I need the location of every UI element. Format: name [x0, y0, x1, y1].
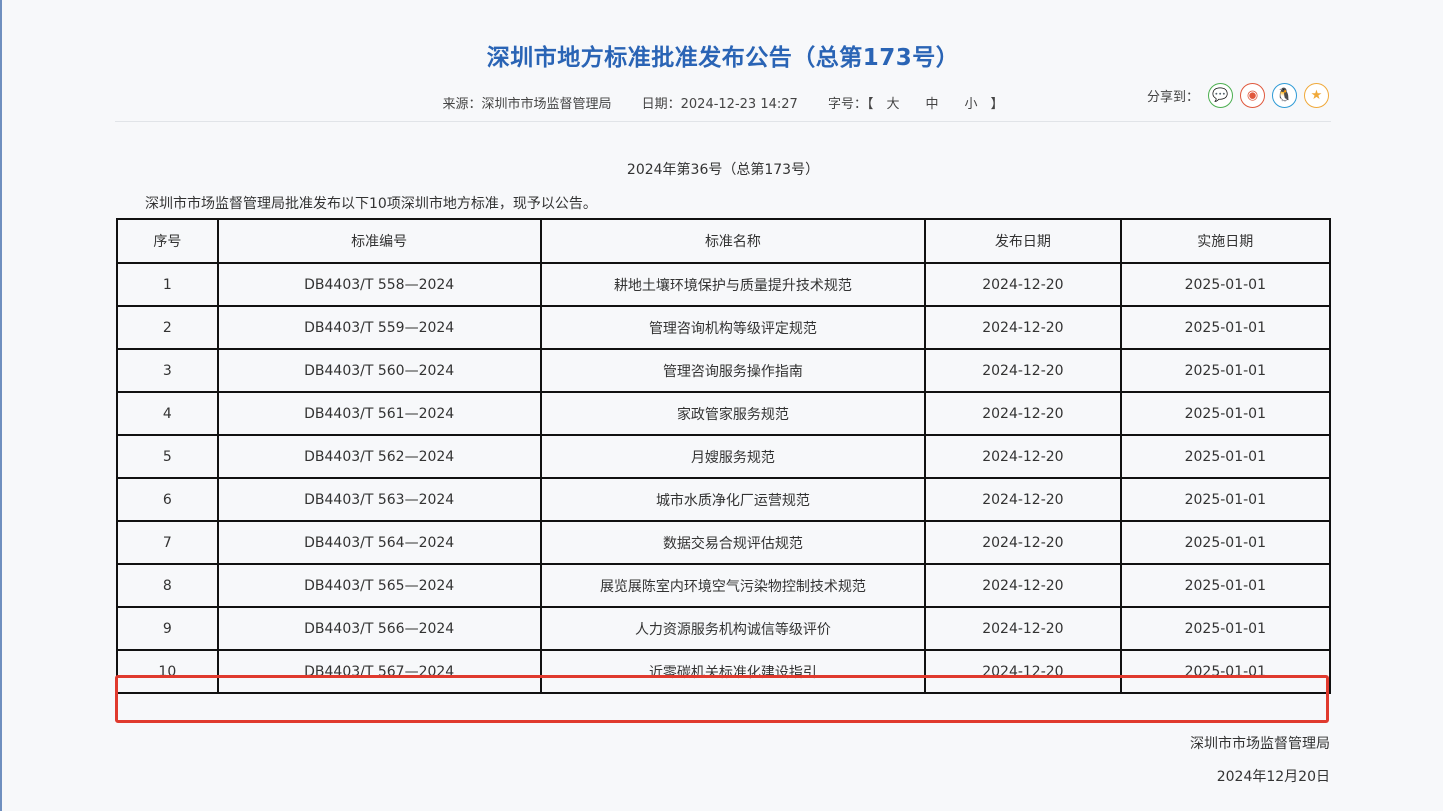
- cell-seq: 8: [116, 563, 219, 608]
- table-header-row: 序号 标准编号 标准名称 发布日期 实施日期: [116, 218, 1332, 264]
- table-row: 6 DB4403/T 563—2024 城市水质净化厂运营规范 2024-12-20 2…: [116, 477, 1332, 522]
- cell-name: 城市水质净化厂运营规范: [539, 477, 927, 522]
- font-size-close: 】: [990, 97, 1004, 112]
- cell-seq: 6: [116, 477, 219, 522]
- cell-code: DB4403/T 563—2024: [216, 477, 542, 522]
- cell-seq: 10: [116, 649, 219, 694]
- font-size-label: 字号：【: [827, 97, 874, 112]
- weibo-share-icon[interactable]: ◉: [1240, 83, 1265, 108]
- font-size-control: 字号：【大 中 小】: [828, 97, 1004, 112]
- header-seq: 序号: [116, 218, 219, 264]
- table-row: 5 DB4403/T 562—2024 月嫂服务规范 2024-12-20 2025-0…: [116, 434, 1332, 479]
- cell-publish-date: 2024-12-20: [924, 391, 1122, 436]
- cell-effective-date: 2025-01-01: [1119, 606, 1332, 651]
- cell-seq: 2: [116, 305, 219, 350]
- cell-code: DB4403/T 567—2024: [216, 649, 542, 694]
- cell-name: 近零碳机关标准化建设指引: [539, 649, 927, 694]
- cell-effective-date: 2025-01-01: [1119, 477, 1332, 522]
- cell-publish-date: 2024-12-20: [924, 305, 1122, 350]
- cell-seq: 5: [116, 434, 219, 479]
- font-large-link[interactable]: 大: [886, 97, 899, 112]
- signature-date: 2024年12月20日: [1216, 769, 1330, 785]
- font-small-link[interactable]: 小: [964, 97, 977, 112]
- cell-code: DB4403/T 559—2024: [216, 305, 542, 350]
- cell-publish-date: 2024-12-20: [924, 348, 1122, 393]
- cell-publish-date: 2024-12-20: [924, 563, 1122, 608]
- signature-org: 深圳市市场监督管理局: [1190, 736, 1330, 752]
- table-row: 8 DB4403/T 565—2024 展览展陈室内环境空气污染物控制技术规范 202…: [116, 563, 1332, 608]
- cell-effective-date: 2025-01-01: [1119, 348, 1332, 393]
- share-label: 分享到：: [1146, 90, 1199, 105]
- intro-paragraph: 深圳市市场监督管理局批准发布以下10项深圳市地方标准，现予以公告。: [145, 196, 597, 212]
- qq-share-icon[interactable]: 🐧: [1272, 83, 1297, 108]
- cell-seq: 7: [116, 520, 219, 565]
- cell-code: DB4403/T 561—2024: [216, 391, 542, 436]
- header-publish-date: 发布日期: [924, 218, 1122, 264]
- cell-name: 耕地土壤环境保护与质量提升技术规范: [539, 262, 927, 307]
- cell-publish-date: 2024-12-20: [924, 262, 1122, 307]
- cell-effective-date: 2025-01-01: [1119, 520, 1332, 565]
- cell-code: DB4403/T 565—2024: [216, 563, 542, 608]
- cell-effective-date: 2025-01-01: [1119, 305, 1332, 350]
- cell-code: DB4403/T 566—2024: [216, 606, 542, 651]
- cell-seq: 9: [116, 606, 219, 651]
- cell-code: DB4403/T 562—2024: [216, 434, 542, 479]
- cell-effective-date: 2025-01-01: [1119, 391, 1332, 436]
- cell-effective-date: 2025-01-01: [1119, 649, 1332, 694]
- cell-name: 展览展陈室内环境空气污染物控制技术规范: [539, 563, 927, 608]
- table-row: 2 DB4403/T 559—2024 管理咨询机构等级评定规范 2024-12-20…: [116, 305, 1332, 350]
- header-name: 标准名称: [539, 218, 927, 264]
- cell-code: DB4403/T 558—2024: [216, 262, 542, 307]
- favorite-star-icon[interactable]: ★: [1304, 83, 1329, 108]
- cell-code: DB4403/T 560—2024: [216, 348, 542, 393]
- cell-name: 管理咨询机构等级评定规范: [539, 305, 927, 350]
- cell-seq: 1: [116, 262, 219, 307]
- cell-effective-date: 2025-01-01: [1119, 563, 1332, 608]
- table-row: 9 DB4403/T 566—2024 人力资源服务机构诚信等级评价 2024-12-…: [116, 606, 1332, 651]
- date-text: 日期：2024-12-23 14:27: [641, 97, 798, 112]
- cell-name: 管理咨询服务操作指南: [539, 348, 927, 393]
- cell-publish-date: 2024-12-20: [924, 649, 1122, 694]
- cell-effective-date: 2025-01-01: [1119, 262, 1332, 307]
- cell-code: DB4403/T 564—2024: [216, 520, 542, 565]
- cell-seq: 3: [116, 348, 219, 393]
- cell-name: 家政管家服务规范: [539, 391, 927, 436]
- header-code: 标准编号: [216, 218, 542, 264]
- cell-seq: 4: [116, 391, 219, 436]
- font-medium-link[interactable]: 中: [925, 97, 938, 112]
- share-bar: 分享到： 💬 ◉ 🐧 ★: [1147, 83, 1329, 108]
- cell-name: 数据交易合规评估规范: [539, 520, 927, 565]
- cell-effective-date: 2025-01-01: [1119, 434, 1332, 479]
- source-text: 来源：深圳市市场监督管理局: [442, 97, 612, 112]
- header-divider: [115, 121, 1331, 122]
- cell-name: 人力资源服务机构诚信等级评价: [539, 606, 927, 651]
- header-effective-date: 实施日期: [1119, 218, 1332, 264]
- cell-name: 月嫂服务规范: [539, 434, 927, 479]
- issue-number: 2024年第36号（总第173号）: [626, 162, 820, 178]
- cell-publish-date: 2024-12-20: [924, 520, 1122, 565]
- cell-publish-date: 2024-12-20: [924, 477, 1122, 522]
- table-row: 3 DB4403/T 560—2024 管理咨询服务操作指南 2024-12-20 20…: [116, 348, 1332, 393]
- wechat-share-icon[interactable]: 💬: [1208, 83, 1233, 108]
- standards-table: 序号 标准编号 标准名称 发布日期 实施日期 1 DB4403/T 558—202…: [116, 218, 1332, 694]
- cell-publish-date: 2024-12-20: [924, 434, 1122, 479]
- cell-publish-date: 2024-12-20: [924, 606, 1122, 651]
- page-title: 深圳市地方标准批准发布公告（总第173号）: [486, 45, 960, 71]
- table-row-highlighted: 10 DB4403/T 567—2024 近零碳机关标准化建设指引 2024-12-2…: [116, 649, 1332, 694]
- table-row: 4 DB4403/T 561—2024 家政管家服务规范 2024-12-20 2025…: [116, 391, 1332, 436]
- table-row: 1 DB4403/T 558—2024 耕地土壤环境保护与质量提升技术规范 2024-…: [116, 262, 1332, 307]
- window-left-edge: [0, 0, 2, 811]
- table-row: 7 DB4403/T 564—2024 数据交易合规评估规范 2024-12-20 20…: [116, 520, 1332, 565]
